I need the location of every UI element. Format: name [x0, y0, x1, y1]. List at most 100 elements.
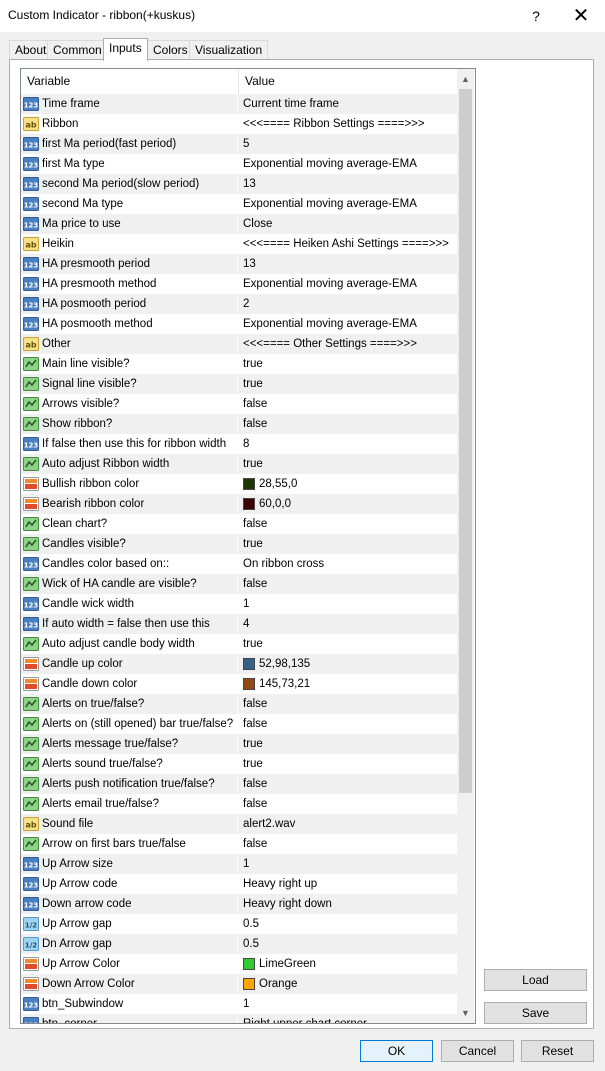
value-cell[interactable]: LimeGreen	[239, 954, 457, 974]
tab-about[interactable]: About	[9, 40, 53, 60]
variable-cell[interactable]: ab Ribbon	[21, 114, 238, 134]
value-cell[interactable]: alert2.wav	[239, 814, 457, 834]
value-cell[interactable]: true	[239, 734, 457, 754]
table-row[interactable]: 123 Ma price to use Close	[21, 214, 458, 234]
variable-cell[interactable]: 123 Down arrow code	[21, 894, 238, 914]
value-cell[interactable]: false	[239, 414, 457, 434]
value-cell[interactable]: false	[239, 694, 457, 714]
table-row[interactable]: Wick of HA candle are visible? false	[21, 574, 458, 594]
variable-cell[interactable]: Candle down color	[21, 674, 238, 694]
variable-cell[interactable]: Down Arrow Color	[21, 974, 238, 994]
value-cell[interactable]: Right upper chart corner	[239, 1014, 457, 1023]
close-icon[interactable]: ✕	[569, 4, 593, 28]
reset-button[interactable]: Reset	[521, 1040, 594, 1062]
table-row[interactable]: Bearish ribbon color 60,0,0	[21, 494, 458, 514]
value-cell[interactable]: false	[239, 714, 457, 734]
table-row[interactable]: Down Arrow Color Orange	[21, 974, 458, 994]
table-row[interactable]: 123 HA posmooth period 2	[21, 294, 458, 314]
value-cell[interactable]: Exponential moving average-EMA	[239, 194, 457, 214]
value-cell[interactable]: false	[239, 394, 457, 414]
variable-cell[interactable]: Arrow on first bars true/false	[21, 834, 238, 854]
value-cell[interactable]: false	[239, 834, 457, 854]
variable-cell[interactable]: Candles visible?	[21, 534, 238, 554]
value-cell[interactable]: 13	[239, 174, 457, 194]
table-row[interactable]: Alerts message true/false? true	[21, 734, 458, 754]
table-row[interactable]: Alerts email true/false? false	[21, 794, 458, 814]
table-row[interactable]: 123 Down arrow code Heavy right down	[21, 894, 458, 914]
variable-cell[interactable]: Auto adjust Ribbon width	[21, 454, 238, 474]
variable-cell[interactable]: 123 first Ma period(fast period)	[21, 134, 238, 154]
variable-cell[interactable]: 123 Ma price to use	[21, 214, 238, 234]
table-row[interactable]: 123 second Ma period(slow period) 13	[21, 174, 458, 194]
variable-cell[interactable]: 123 Up Arrow code	[21, 874, 238, 894]
value-cell[interactable]: Close	[239, 214, 457, 234]
cancel-button[interactable]: Cancel	[441, 1040, 514, 1062]
table-row[interactable]: 123 Candle wick width 1	[21, 594, 458, 614]
value-cell[interactable]: <<<==== Ribbon Settings ====>>>	[239, 114, 457, 134]
variable-cell[interactable]: 123 first Ma type	[21, 154, 238, 174]
variable-cell[interactable]: Alerts on (still opened) bar true/false?	[21, 714, 238, 734]
table-row[interactable]: Arrow on first bars true/false false	[21, 834, 458, 854]
value-cell[interactable]: Heavy right down	[239, 894, 457, 914]
value-cell[interactable]: 60,0,0	[239, 494, 457, 514]
value-cell[interactable]: true	[239, 374, 457, 394]
value-cell[interactable]: 13	[239, 254, 457, 274]
variable-cell[interactable]: Signal line visible?	[21, 374, 238, 394]
variable-cell[interactable]: 123 Candle wick width	[21, 594, 238, 614]
table-row[interactable]: 123 btn_Subwindow 1	[21, 994, 458, 1014]
value-cell[interactable]: Exponential moving average-EMA	[239, 314, 457, 334]
variable-cell[interactable]: 123 If false then use this for ribbon wid…	[21, 434, 238, 454]
value-cell[interactable]: 0.5	[239, 914, 457, 934]
variable-cell[interactable]: 123 HA presmooth method	[21, 274, 238, 294]
load-button[interactable]: Load	[484, 969, 587, 991]
variable-cell[interactable]: Auto adjust candle body width	[21, 634, 238, 654]
variable-cell[interactable]: 123 HA posmooth method	[21, 314, 238, 334]
variable-cell[interactable]: 123btn_corner	[21, 1014, 238, 1023]
value-cell[interactable]: 52,98,135	[239, 654, 457, 674]
table-row[interactable]: Show ribbon? false	[21, 414, 458, 434]
value-cell[interactable]: 5	[239, 134, 457, 154]
variable-cell[interactable]: Candle up color	[21, 654, 238, 674]
value-cell[interactable]: true	[239, 454, 457, 474]
value-cell[interactable]: 1	[239, 854, 457, 874]
variable-cell[interactable]: Main line visible?	[21, 354, 238, 374]
table-row[interactable]: 1/2 Dn Arrow gap 0.5	[21, 934, 458, 954]
variable-cell[interactable]: 123 Candles color based on::	[21, 554, 238, 574]
help-icon[interactable]: ?	[524, 4, 548, 28]
save-button[interactable]: Save	[484, 1002, 587, 1024]
table-row[interactable]: Auto adjust Ribbon width true	[21, 454, 458, 474]
variable-cell[interactable]: Up Arrow Color	[21, 954, 238, 974]
table-row[interactable]: 123 first Ma period(fast period) 5	[21, 134, 458, 154]
variable-cell[interactable]: 123 If auto width = false then use this	[21, 614, 238, 634]
tab-visualization[interactable]: Visualization	[189, 40, 269, 60]
variable-cell[interactable]: Alerts sound true/false?	[21, 754, 238, 774]
variable-cell[interactable]: Alerts message true/false?	[21, 734, 238, 754]
variable-cell[interactable]: 123 btn_Subwindow	[21, 994, 238, 1014]
table-row[interactable]: ab Ribbon <<<==== Ribbon Settings ====>>>	[21, 114, 458, 134]
variable-cell[interactable]: Bearish ribbon color	[21, 494, 238, 514]
value-cell[interactable]: false	[239, 794, 457, 814]
column-header-variable[interactable]: Variable	[21, 69, 239, 94]
table-row[interactable]: Up Arrow Color LimeGreen	[21, 954, 458, 974]
variable-cell[interactable]: Show ribbon?	[21, 414, 238, 434]
vertical-scrollbar[interactable]: ▲ ▼	[457, 69, 474, 1023]
scroll-up-icon[interactable]: ▲	[457, 71, 474, 88]
variable-cell[interactable]: Arrows visible?	[21, 394, 238, 414]
variable-cell[interactable]: ab Sound file	[21, 814, 238, 834]
table-row[interactable]: Alerts sound true/false? true	[21, 754, 458, 774]
table-row[interactable]: ab Sound file alert2.wav	[21, 814, 458, 834]
value-cell[interactable]: true	[239, 634, 457, 654]
value-cell[interactable]: Current time frame	[239, 94, 457, 114]
table-row[interactable]: Bullish ribbon color 28,55,0	[21, 474, 458, 494]
tab-colors[interactable]: Colors	[147, 40, 194, 60]
value-cell[interactable]: 0.5	[239, 934, 457, 954]
variable-cell[interactable]: ab Heikin	[21, 234, 238, 254]
table-row[interactable]: 123 Up Arrow size 1	[21, 854, 458, 874]
value-cell[interactable]: 1	[239, 994, 457, 1014]
value-cell[interactable]: 4	[239, 614, 457, 634]
value-cell[interactable]: Heavy right up	[239, 874, 457, 894]
value-cell[interactable]: <<<==== Other Settings ====>>>	[239, 334, 457, 354]
value-cell[interactable]: On ribbon cross	[239, 554, 457, 574]
scroll-thumb[interactable]	[459, 89, 472, 793]
value-cell[interactable]: 28,55,0	[239, 474, 457, 494]
